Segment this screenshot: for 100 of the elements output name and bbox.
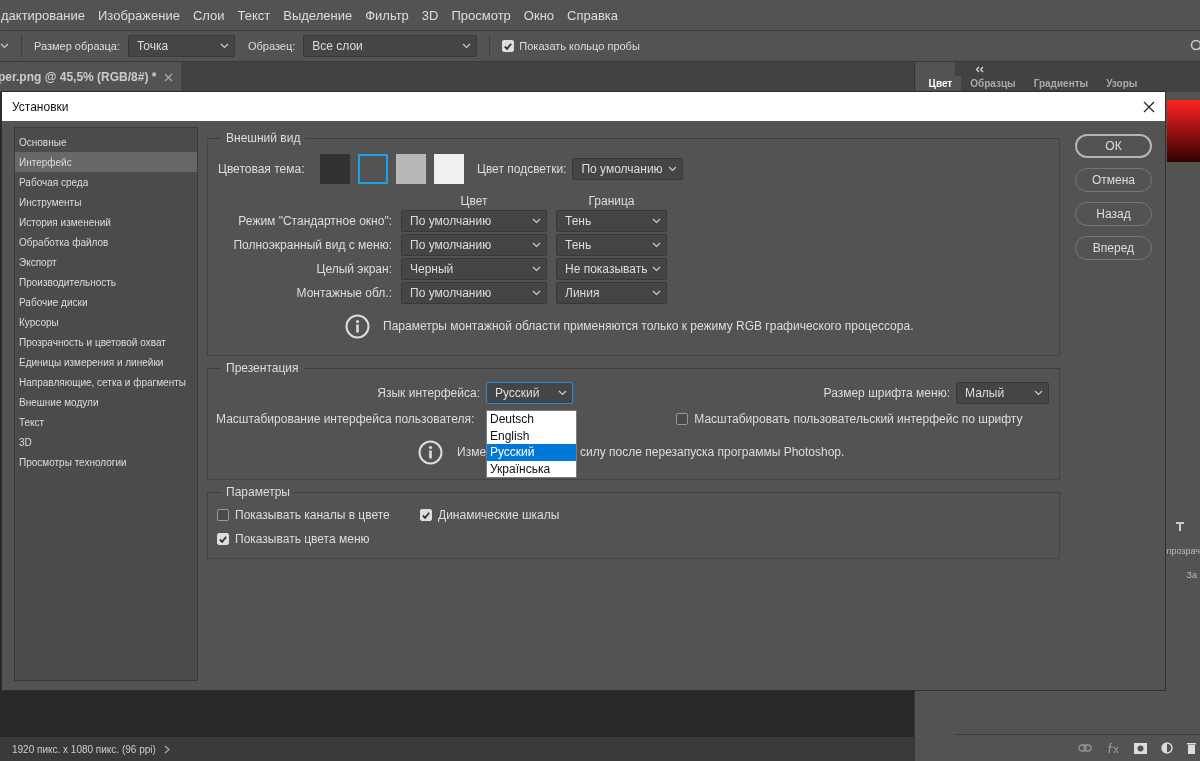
field-label: Целый экран: (315, 262, 392, 276)
theme-swatch[interactable] (434, 154, 464, 184)
menu-item[interactable]: Изображение (98, 7, 180, 23)
dialog-button[interactable]: Вперед (1075, 236, 1152, 260)
link-icon[interactable] (1078, 744, 1092, 752)
menu-item[interactable]: 3D (421, 7, 439, 23)
dropdown[interactable]: По умолчанию (401, 234, 547, 256)
category-item[interactable]: Производительность (15, 272, 197, 292)
dropdown[interactable]: По умолчанию (401, 210, 547, 232)
menu-item[interactable]: Фильтр (365, 7, 409, 23)
category-item[interactable]: 3D (15, 432, 197, 452)
dropdown[interactable]: По умолчанию (401, 282, 547, 304)
trash-icon[interactable] (1187, 742, 1196, 754)
field-label: Цветовая тема: (218, 162, 306, 176)
field-label: Размер шрифта меню: (823, 386, 950, 400)
field-label: Образец: (247, 40, 296, 52)
dropdown[interactable]: Русский (486, 382, 573, 404)
dropdown[interactable]: Малый (956, 382, 1049, 404)
dropdown-option[interactable]: Русский (487, 444, 576, 461)
category-item[interactable]: Текст (15, 412, 197, 432)
caret-icon (532, 266, 541, 272)
category-item[interactable]: Прозрачность и цветовой охват (15, 332, 197, 352)
field-label: Полноэкранный вид с меню: (232, 238, 392, 252)
dropdown[interactable]: Все слои (303, 35, 478, 57)
checkbox[interactable] (217, 509, 229, 521)
caret-icon (652, 290, 661, 296)
theme-swatch[interactable] (396, 154, 426, 184)
caret-icon[interactable] (0, 43, 9, 49)
theme-swatch[interactable] (320, 154, 350, 184)
category-item[interactable]: Инструменты (15, 192, 197, 212)
category-item[interactable]: Просмотры технологии (15, 452, 197, 472)
dropdown-option[interactable]: Deutsch (487, 411, 576, 428)
text-icon[interactable] (1174, 522, 1185, 532)
menu-item[interactable]: Текст (237, 7, 271, 23)
category-item[interactable]: Направляющие, сетка и фрагменты (15, 372, 197, 392)
window-title: Установки (12, 99, 69, 114)
category-item[interactable]: Курсоры (15, 312, 197, 332)
menu-item[interactable]: Выделение (283, 7, 353, 23)
field-label: Масштабирование интерфейса пользователя: (216, 412, 475, 426)
menu-item[interactable]: Слои (192, 7, 225, 23)
caret-icon (532, 218, 541, 224)
dropdown[interactable]: Черный (401, 258, 547, 280)
field-label: Размер образца: (34, 40, 120, 52)
search-icon[interactable] (1190, 39, 1200, 53)
caret-icon (1034, 390, 1043, 396)
dropdown-option[interactable]: English (487, 427, 576, 444)
checkbox[interactable] (676, 413, 689, 425)
close-icon[interactable] (1143, 100, 1155, 113)
menu-item[interactable]: Окно (523, 7, 555, 23)
fx-icon[interactable] (1106, 742, 1120, 754)
menu-item[interactable]: Просмотр (451, 7, 511, 23)
dropdown[interactable]: Тень (556, 234, 667, 256)
category-item[interactable]: Рабочие диски (15, 292, 197, 312)
collapse-icon[interactable] (974, 65, 985, 73)
dropdown-option[interactable]: Українська (487, 460, 576, 477)
mask-icon[interactable] (1134, 742, 1147, 754)
dialog-button[interactable]: Отмена (1075, 168, 1152, 192)
caret-icon (652, 242, 661, 248)
checkbox-label: Показать кольцо пробы (519, 40, 640, 52)
dialog-button[interactable]: ОК (1075, 134, 1152, 158)
info-icon (345, 313, 370, 339)
menu-item[interactable]: Справка (567, 7, 619, 23)
chevron-icon[interactable] (163, 744, 170, 754)
field-label: Режим "Стандартное окно": (237, 214, 392, 228)
panel-tab[interactable]: Градиенты (1024, 76, 1098, 92)
opacity-label: прозрач (1166, 546, 1200, 556)
checkbox-label: Динамические шкалы (438, 508, 560, 522)
panel-tab[interactable]: Цвет (919, 76, 962, 92)
panel-tab[interactable]: Узоры (1097, 76, 1147, 92)
info-text: силу после перезапуска программы Photoshop. (580, 445, 845, 459)
category-item[interactable]: Экспорт (15, 252, 197, 272)
dropdown[interactable]: Тень (556, 210, 667, 232)
panel-tab[interactable]: Образцы (961, 76, 1025, 92)
dropdown[interactable]: Не показывать (556, 258, 667, 280)
dialog-button[interactable]: Назад (1075, 202, 1152, 226)
category-item[interactable]: Основные (15, 132, 197, 152)
status-text: 1920 пикс. x 1080 пикс. (96 ppi) (12, 743, 156, 755)
dropdown[interactable]: Линия (556, 282, 667, 304)
category-item[interactable]: Интерфейс (15, 152, 197, 172)
dropdown[interactable]: Точка (127, 35, 235, 57)
caret-icon (652, 266, 661, 272)
caret-icon (668, 166, 678, 172)
menu-item[interactable]: дактирование (1, 7, 85, 23)
category-item[interactable]: История изменений (15, 212, 197, 232)
dropdown[interactable]: По умолчанию (572, 158, 684, 180)
info-text: Изме (457, 445, 487, 459)
caret-icon (532, 290, 541, 296)
caret-icon (462, 43, 472, 49)
adjustment-icon[interactable] (1161, 742, 1173, 754)
info-icon (418, 439, 443, 465)
column-header: Граница (587, 194, 636, 208)
category-item[interactable]: Внешние модули (15, 392, 197, 412)
theme-swatch[interactable] (358, 154, 388, 184)
checkbox-label: Показывать каналы в цвете (235, 508, 390, 522)
category-item[interactable]: Обработка файлов (15, 232, 197, 252)
category-item[interactable]: Рабочая среда (15, 172, 197, 192)
caret-icon (532, 242, 541, 248)
caret-icon (219, 43, 229, 49)
color-spectrum[interactable] (1166, 100, 1200, 162)
category-item[interactable]: Единицы измерения и линейки (15, 352, 197, 372)
